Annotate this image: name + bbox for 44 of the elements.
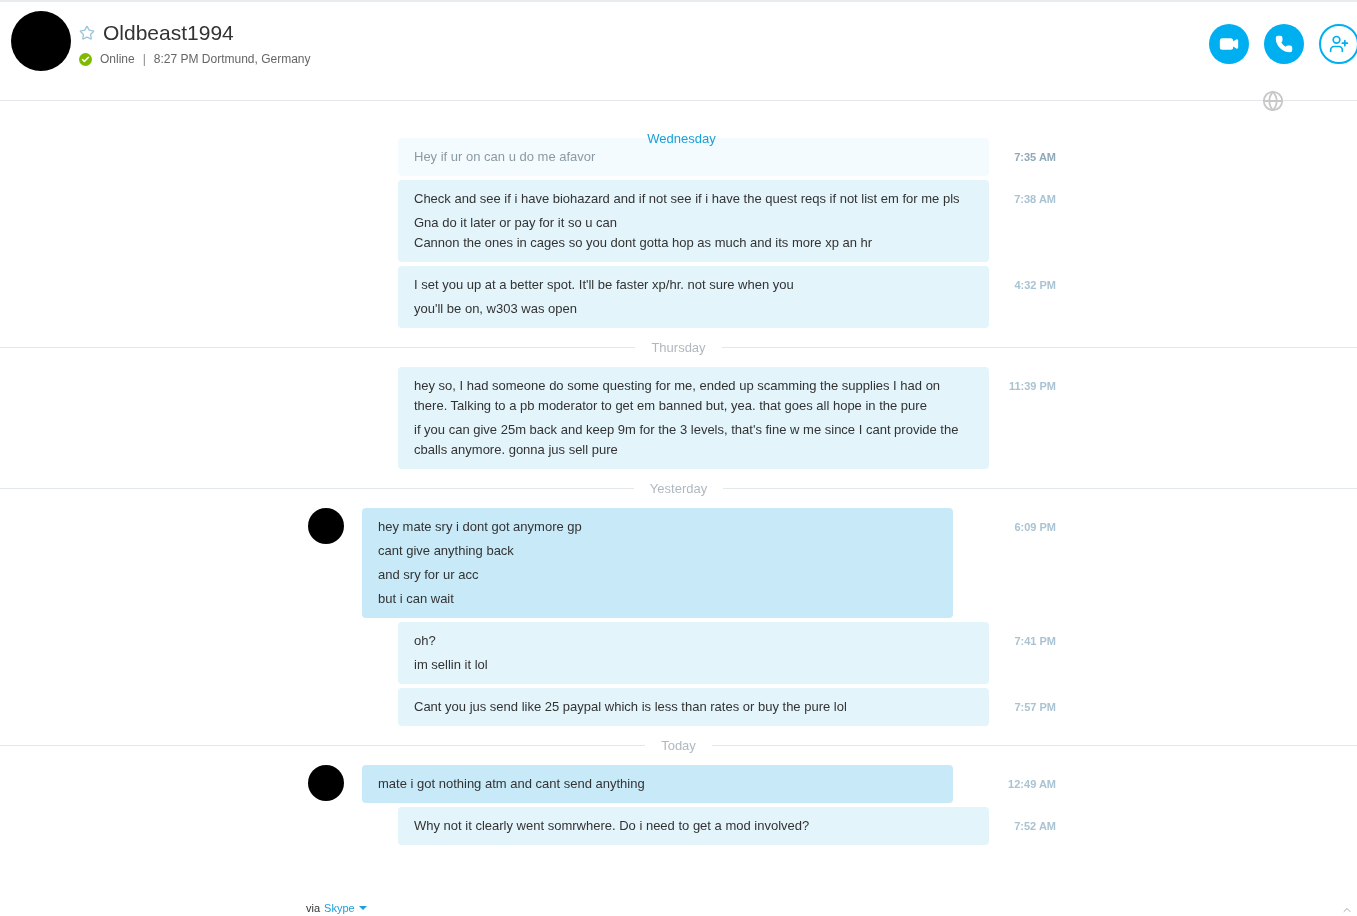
message-text: I set you up at a better spot. It'll be faster xp/hr. not sure when you (414, 276, 795, 294)
message-time: 12:49 AM (1008, 777, 1056, 792)
add-people-button[interactable] (1319, 24, 1357, 64)
message-text: oh? (414, 632, 437, 650)
add-person-icon (1329, 34, 1349, 54)
message-text: Hey if ur on can u do me afavor (414, 148, 597, 166)
day-divider: Today (660, 736, 697, 755)
separator: | (142, 51, 146, 68)
message-text: Cant you jus send like 25 paypal which is less than rates or buy the pure lol (414, 698, 848, 716)
message-text: but i can wait (378, 590, 455, 608)
phone-icon (1275, 35, 1293, 53)
message-time: 7:38 AM (1014, 192, 1056, 207)
message-time: 4:32 PM (1014, 278, 1056, 293)
message-text: you'll be on, w303 was open (414, 300, 578, 318)
message-text: hey mate sry i dont got anymore gp (378, 518, 583, 536)
message-text: mate i got nothing atm and cant send anything (378, 775, 646, 793)
message-text: if you can give 25m back and keep 9m for the 3 levels, that's fine w me since I cant provide the cballs anymore. gonna jus sell pure (414, 421, 960, 459)
globe-icon[interactable] (1262, 89, 1284, 112)
contact-avatar (11, 11, 71, 71)
video-call-button[interactable] (1209, 24, 1249, 64)
message-text: and sry for ur acc (378, 566, 480, 584)
message-time: 7:35 AM (1014, 150, 1056, 165)
message-time: 7:41 PM (1014, 634, 1056, 649)
via-label: via (306, 900, 321, 916)
message-text: cant give anything back (378, 542, 515, 560)
contact-name: Oldbeast1994 (103, 21, 234, 45)
day-divider: Thursday (650, 338, 707, 357)
call-button[interactable] (1264, 24, 1304, 64)
message-text: Gna do it later or pay for it so u can Cannon the ones in cages so you dont gotta hop as much and its more xp an hr (414, 214, 874, 252)
service-selector[interactable]: Skype (324, 899, 367, 916)
status-text: Online (100, 51, 135, 68)
sticky-day-label: Wednesday (646, 130, 716, 148)
day-divider: Yesterday (648, 479, 709, 498)
favorite-star-icon[interactable] (79, 25, 95, 41)
avatar (308, 508, 344, 544)
message-text: Why not it clearly went somrwhere. Do i need to get a mod involved? (414, 817, 811, 835)
avatar (308, 765, 344, 801)
message-time: 11:39 PM (1008, 379, 1056, 394)
message-time: 7:52 AM (1014, 819, 1056, 834)
message-time: 7:57 PM (1014, 700, 1056, 715)
message-time: 6:09 PM (1014, 520, 1056, 535)
local-time-location: 8:27 PM Dortmund, Germany (153, 51, 311, 68)
message-text: im sellin it lol (414, 656, 489, 674)
message-text: Check and see if i have biohazard and if not see if i have the quest reqs if not list em for me pls (414, 190, 961, 208)
